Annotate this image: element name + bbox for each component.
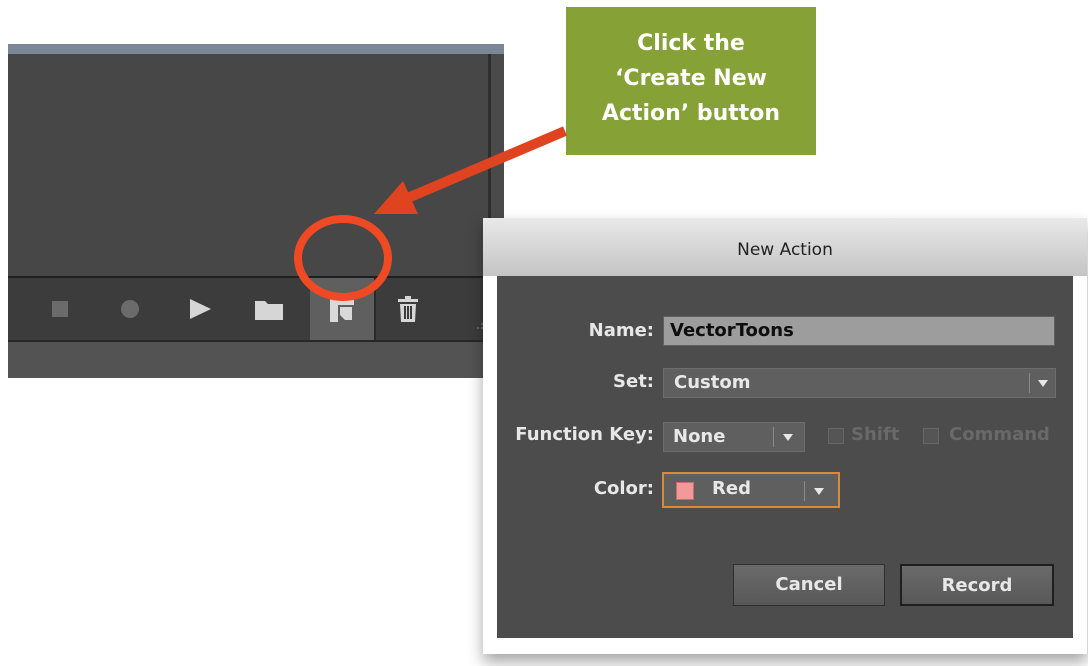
color-select[interactable]: Red <box>662 472 840 508</box>
stop-button[interactable] <box>44 278 76 340</box>
command-label: Command <box>949 424 1050 445</box>
chevron-down-icon <box>1032 369 1054 397</box>
callout-line-3: Action’ button <box>601 101 781 126</box>
new-action-dialog: New Action Name: VectorToons Set: Custom… <box>483 218 1087 654</box>
folder-icon <box>255 301 283 320</box>
callout-line-1: Click the <box>637 31 745 56</box>
stop-icon <box>52 301 68 317</box>
panel-header-bar <box>8 44 504 54</box>
function-key-label: Function Key: <box>515 424 654 445</box>
actions-list[interactable] <box>8 54 488 276</box>
color-label: Color: <box>593 478 654 499</box>
dropdown-separator <box>773 427 774 447</box>
play-button[interactable] <box>184 278 216 340</box>
function-key-select[interactable]: None <box>663 422 805 452</box>
color-value: Red <box>712 478 751 499</box>
toolbar-separator <box>374 278 376 340</box>
dropdown-separator <box>804 481 805 501</box>
shift-label: Shift <box>851 424 900 445</box>
cancel-button[interactable]: Cancel <box>733 564 885 606</box>
chevron-down-icon <box>808 477 830 505</box>
dialog-titlebar[interactable]: New Action <box>483 218 1087 276</box>
set-select[interactable]: Custom <box>663 368 1056 398</box>
dialog-title: New Action <box>737 240 833 260</box>
trash-icon <box>398 296 418 322</box>
callout-line-2: ‘Create New <box>615 66 767 91</box>
dropdown-separator <box>1029 373 1030 393</box>
record-button-dialog[interactable]: Record <box>900 564 1054 606</box>
panel-footer <box>8 342 504 378</box>
actions-panel <box>8 44 504 378</box>
shift-checkbox[interactable] <box>828 428 844 444</box>
command-checkbox[interactable] <box>923 428 939 444</box>
dialog-body: Name: VectorToons Set: Custom Function K… <box>497 276 1073 638</box>
name-field[interactable]: VectorToons <box>663 316 1055 346</box>
set-label: Set: <box>613 371 654 392</box>
record-button[interactable] <box>114 278 146 340</box>
delete-button[interactable] <box>392 278 424 340</box>
actions-toolbar <box>8 278 504 340</box>
function-key-value: None <box>673 426 726 447</box>
set-select-value: Custom <box>674 372 751 393</box>
name-label: Name: <box>588 320 654 341</box>
create-new-action-button[interactable] <box>310 278 374 340</box>
record-icon <box>121 300 139 318</box>
play-icon <box>190 299 211 319</box>
chevron-down-icon <box>777 423 799 451</box>
new-action-icon <box>330 296 354 322</box>
instruction-callout: Click the ‘Create New Action’ button <box>566 7 816 155</box>
create-new-set-button[interactable] <box>251 278 287 340</box>
color-swatch <box>676 482 694 500</box>
